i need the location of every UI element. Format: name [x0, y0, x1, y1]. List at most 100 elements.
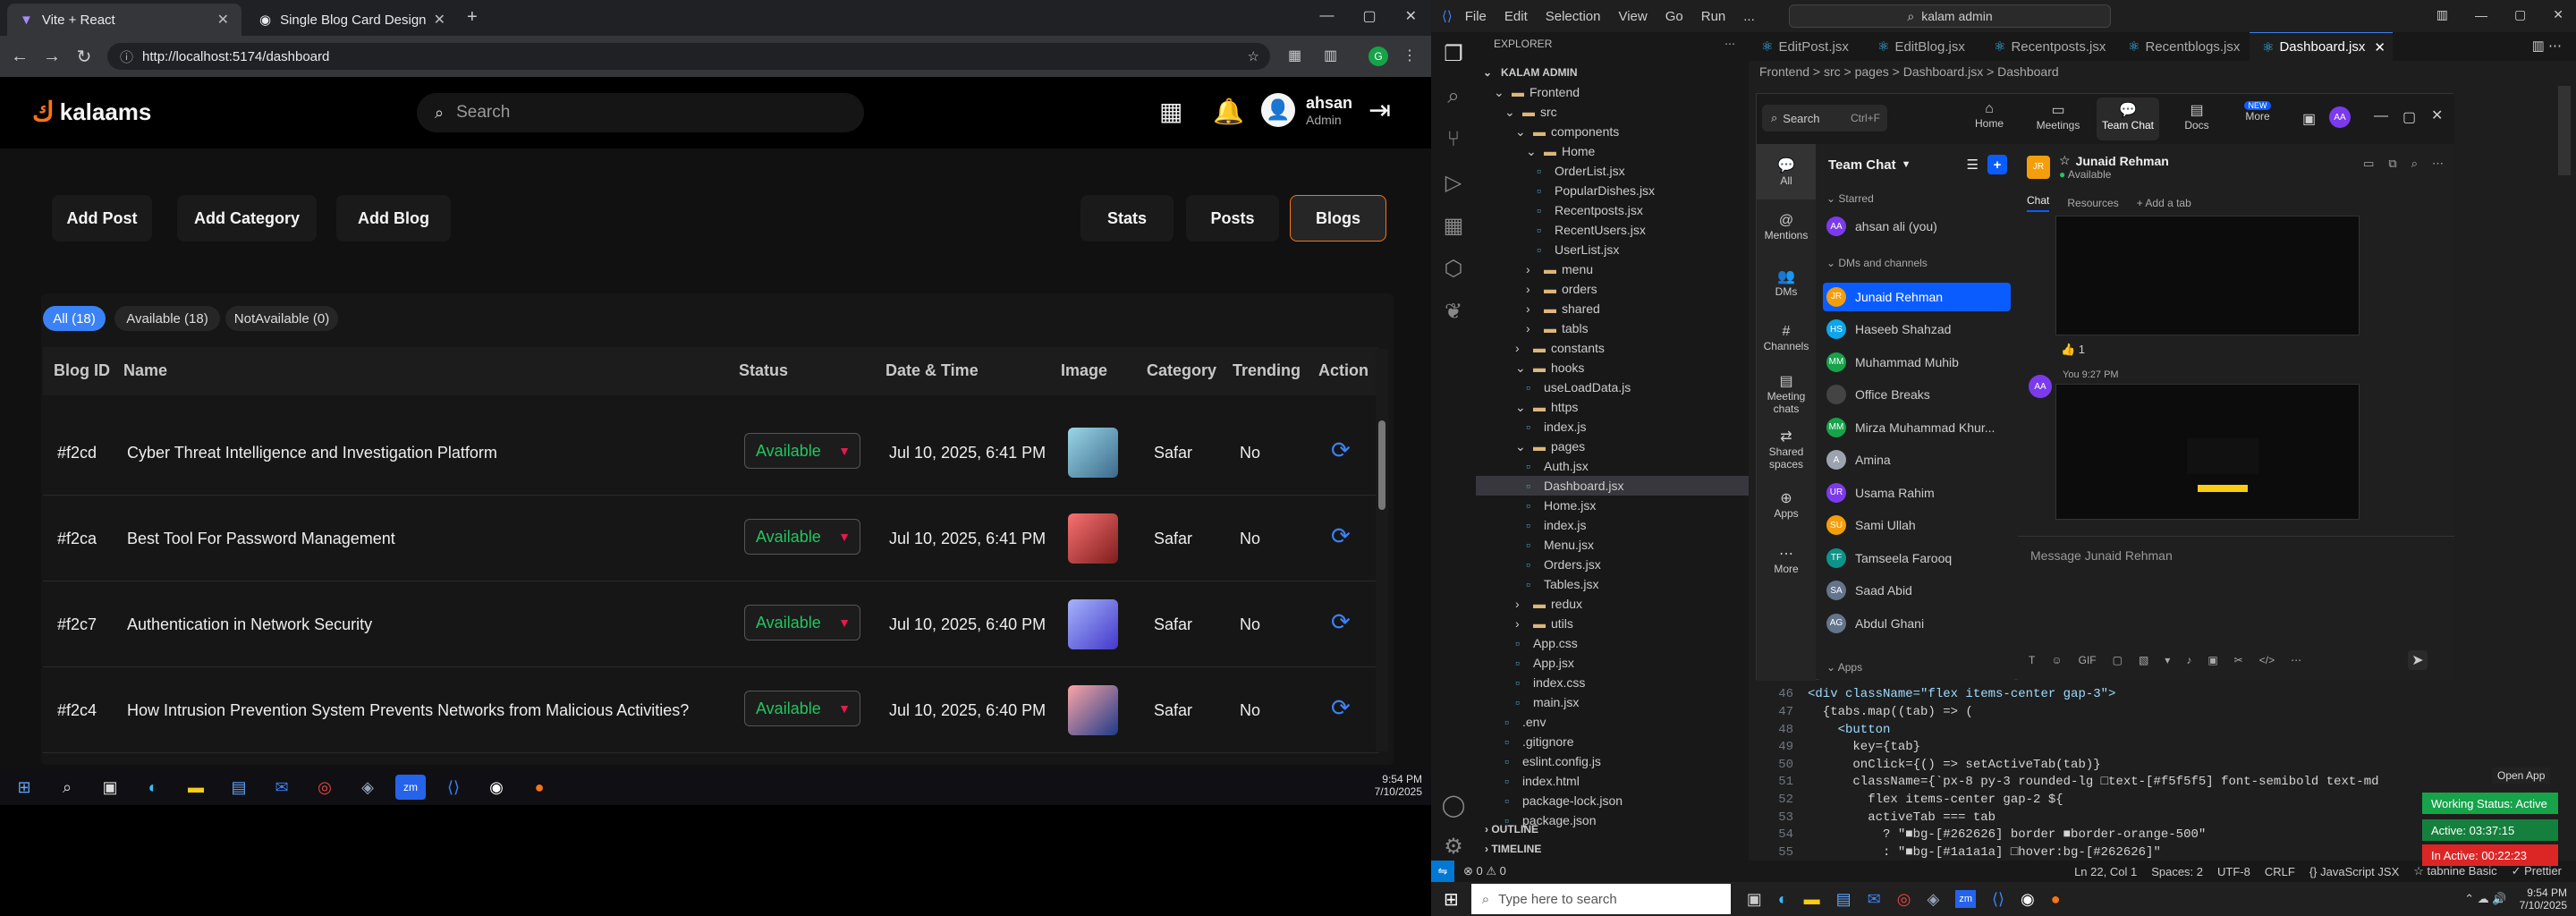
close-tab-icon[interactable]: ✕: [434, 11, 445, 29]
tree-file[interactable]: ▫ Tables.jsx: [1476, 574, 1749, 594]
refresh-icon[interactable]: ⟳: [1331, 608, 1351, 636]
table-row[interactable]: #f2c4 How Intrusion Prevention System Pr…: [43, 667, 1379, 753]
open-app-button[interactable]: Open App: [2492, 768, 2551, 784]
tree-folder[interactable]: ⌄ ▬ src: [1476, 102, 1749, 122]
table-row[interactable]: #f2c7 Authentication in Network Security…: [43, 581, 1379, 667]
tree-file[interactable]: ▫ main.jsx: [1476, 692, 1749, 712]
status-select[interactable]: Available ▼: [744, 691, 860, 726]
search-icon[interactable]: ⌕: [1431, 75, 1476, 118]
maximize-icon[interactable]: ▢: [2514, 7, 2526, 22]
rail-item-shared-spaces[interactable]: ⇄ Shared spaces: [1757, 421, 1816, 477]
tree-file[interactable]: ▫ App.css: [1476, 633, 1749, 653]
chrome-icon[interactable]: ◎: [309, 775, 340, 800]
mongodb-icon[interactable]: ❦: [1431, 290, 1476, 333]
search-icon[interactable]: ⌕: [2411, 157, 2418, 171]
logout-icon[interactable]: ⇥: [1368, 95, 1391, 126]
add-category-button[interactable]: Add Category: [177, 195, 317, 242]
menu-go[interactable]: Go: [1665, 9, 1683, 24]
remote-indicator-icon[interactable]: ⇋: [1431, 861, 1454, 882]
reload-icon[interactable]: ↻: [68, 46, 100, 68]
whiteboard-icon[interactable]: ▣: [2302, 110, 2316, 128]
minimize-icon[interactable]: —: [2475, 8, 2487, 22]
explorer-icon[interactable]: ❐: [1431, 32, 1476, 75]
contact-item[interactable]: MM Mirza Muhammad Khur...: [1823, 413, 2011, 442]
prettier-status[interactable]: ✓ Prettier: [2512, 864, 2562, 878]
tree-folder[interactable]: › ▬ orders: [1476, 279, 1749, 299]
task-view-icon[interactable]: ▣: [95, 775, 125, 800]
command-center-search[interactable]: ⌕ kalam admin: [1789, 4, 2111, 28]
tree-folder[interactable]: › ▬ utils: [1476, 614, 1749, 633]
compose-tool-icon[interactable]: </>: [2259, 654, 2275, 666]
status-select[interactable]: Available ▼: [744, 605, 860, 640]
close-tab-icon[interactable]: ✕: [217, 11, 229, 29]
video-call-icon[interactable]: ▭: [2363, 157, 2374, 171]
compose-tool-icon[interactable]: ▣: [2207, 654, 2217, 666]
shared-screenshot-2[interactable]: [2055, 384, 2360, 520]
status-select[interactable]: Available ▼: [744, 519, 860, 555]
rail-item-meeting-chats[interactable]: ▤ Meeting chats: [1757, 366, 1816, 421]
tree-file[interactable]: ▫ RecentUsers.jsx: [1476, 220, 1749, 240]
task-view-icon[interactable]: ▣: [1747, 890, 1762, 909]
shared-screenshot-1[interactable]: [2055, 216, 2360, 335]
table-row[interactable]: #f2cd Cyber Threat Intelligence and Inve…: [43, 410, 1379, 496]
tree-folder[interactable]: ⌄ ▬ pages: [1476, 437, 1749, 456]
maximize-icon[interactable]: ▢: [1362, 7, 1376, 25]
source-control-icon[interactable]: ⑂: [1431, 118, 1476, 161]
add-post-button[interactable]: Add Post: [52, 195, 152, 242]
profile-avatar[interactable]: G: [1368, 47, 1388, 66]
outline-section[interactable]: › OUTLINE: [1485, 823, 1538, 835]
star-icon[interactable]: ☆: [2059, 153, 2071, 168]
zoom-nav-docs[interactable]: ▤ Docs: [2170, 101, 2224, 131]
postman-icon[interactable]: ●: [524, 775, 555, 800]
rail-item-channels[interactable]: # Channels: [1757, 310, 1816, 366]
contact-item[interactable]: UR Usama Rahim: [1823, 479, 2011, 507]
tree-file[interactable]: ▫ .gitignore: [1476, 732, 1749, 751]
file-explorer-icon[interactable]: ▬: [181, 775, 211, 800]
contact-item[interactable]: A Amina: [1823, 445, 2011, 474]
chat-tab-resources[interactable]: Resources: [2067, 197, 2118, 209]
tree-folder[interactable]: › ▬ tabls: [1476, 318, 1749, 338]
compose-tool-icon[interactable]: ▾: [2165, 654, 2170, 666]
language-mode[interactable]: {} JavaScript JSX: [2309, 865, 2399, 878]
rail-item-apps[interactable]: ⊕ Apps: [1757, 477, 1816, 532]
store-icon[interactable]: ▤: [1836, 890, 1852, 909]
blogs-tab[interactable]: Blogs: [1290, 195, 1386, 242]
tree-folder[interactable]: ⌄ ▬ hooks: [1476, 358, 1749, 377]
tree-folder[interactable]: › ▬ redux: [1476, 594, 1749, 614]
problems-count[interactable]: ⊗ 0 ⚠ 0: [1463, 864, 1506, 878]
tree-folder[interactable]: ⌄ ▬ Frontend: [1476, 82, 1749, 102]
indentation[interactable]: Spaces: 2: [2151, 865, 2203, 878]
rail-item-mentions[interactable]: @ Mentions: [1757, 199, 1816, 255]
more-actions-icon[interactable]: ⋯: [2432, 157, 2444, 171]
timeline-section[interactable]: › TIMELINE: [1485, 843, 1541, 855]
tree-file[interactable]: ▫ Home.jsx: [1476, 496, 1749, 515]
close-window-icon[interactable]: ✕: [1405, 7, 1417, 25]
user-profile[interactable]: 👤 ahsan Admin: [1261, 93, 1352, 127]
zoom-search[interactable]: ⌕ Search Ctrl+F: [1762, 105, 1887, 131]
bell-icon[interactable]: 🔔: [1213, 97, 1244, 126]
compose-tool-icon[interactable]: ⋯: [2291, 654, 2301, 666]
remote-icon[interactable]: ⬡: [1431, 247, 1476, 290]
tree-folder[interactable]: ⌄ ▬ https: [1476, 397, 1749, 417]
refresh-icon[interactable]: ⟳: [1331, 522, 1351, 550]
search-icon[interactable]: ⌕: [52, 775, 82, 800]
tree-file[interactable]: ▫ Dashboard.jsx: [1476, 476, 1749, 496]
tray-icons[interactable]: ⌃ ☁ 🔊: [2464, 892, 2506, 906]
edge-icon[interactable]: ◐: [138, 775, 168, 800]
rail-item-all[interactable]: 💬 All: [1757, 144, 1816, 199]
zoom-nav-home[interactable]: ⌂ Home: [1962, 101, 2016, 130]
logo[interactable]: ﻙ kalaams: [32, 97, 151, 128]
tree-folder[interactable]: ⌄ ▬ Home: [1476, 141, 1749, 161]
zoom-icon[interactable]: zm: [1955, 890, 1976, 908]
grid-icon[interactable]: ▦: [1159, 97, 1182, 126]
windows-start-icon[interactable]: ⊞: [1444, 888, 1459, 911]
refresh-icon[interactable]: ⟳: [1331, 437, 1351, 464]
vscode-icon[interactable]: ⟨⟩: [1992, 890, 2004, 909]
tree-folder[interactable]: › ▬ menu: [1476, 259, 1749, 279]
new-tab-button[interactable]: +: [467, 7, 478, 28]
chat-tab-chat[interactable]: Chat: [2027, 194, 2050, 212]
filter-all[interactable]: All (18): [43, 306, 106, 331]
table-row[interactable]: #f2ca Best Tool For Password Management …: [43, 496, 1379, 581]
tree-file[interactable]: ▫ useLoadData.js: [1476, 377, 1749, 397]
contact-item[interactable]: SU Sami Ullah: [1823, 511, 2011, 539]
